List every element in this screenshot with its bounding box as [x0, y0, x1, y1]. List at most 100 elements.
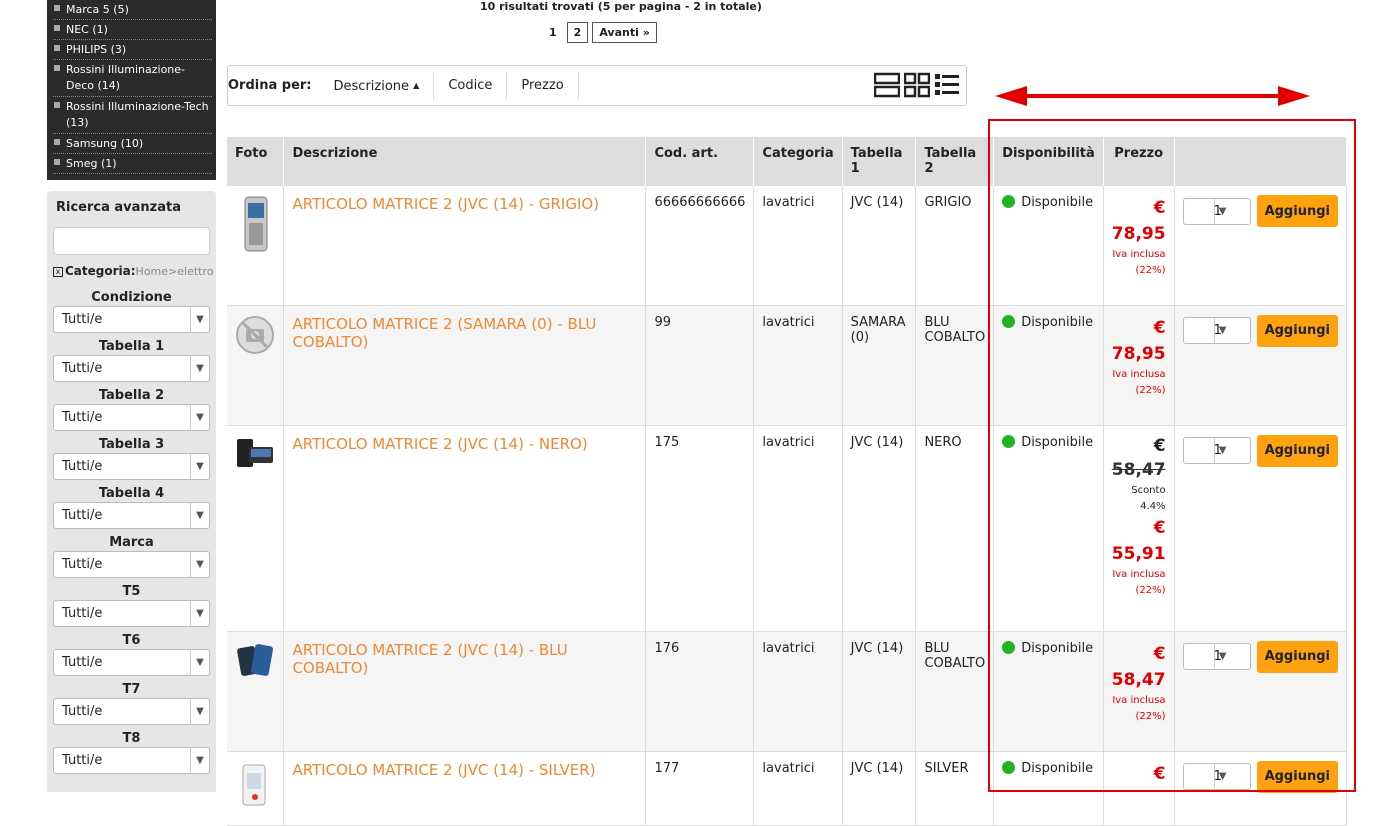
next-page-button[interactable]: Avanti »	[592, 22, 657, 43]
product-photo[interactable]	[227, 305, 285, 426]
product-link[interactable]: ARTICOLO MATRICE 2 (JVC (14) - SILVER)	[292, 761, 595, 779]
filter-select-t6[interactable]: Tutti/e ▼	[53, 649, 210, 676]
chevron-down-icon: ▼	[1213, 764, 1231, 789]
phone-silver-image	[244, 196, 268, 252]
price-cell: €	[1103, 751, 1175, 826]
sort-prezzo[interactable]: Prezzo	[507, 71, 579, 100]
sort-descrizione[interactable]: Descrizione ▲	[320, 71, 435, 100]
price: 58,47	[1111, 669, 1166, 690]
filter-select-tabella1[interactable]: Tutti/e ▼	[53, 355, 210, 382]
quantity-select[interactable]: 1 ▼	[1182, 437, 1251, 464]
old-price: 58,47	[1111, 459, 1166, 480]
product-tabella2: BLU COBALTO	[915, 631, 995, 752]
chevron-down-icon: ▼	[190, 650, 209, 675]
table-row: ARTICOLO MATRICE 2 (JVC (14) - SILVER) 1…	[227, 751, 1348, 826]
price: 78,95	[1111, 343, 1166, 364]
quantity-select[interactable]: 1 ▼	[1182, 763, 1251, 790]
select-value: Tutti/e	[62, 508, 103, 523]
sort-codice[interactable]: Codice	[434, 71, 508, 100]
category-filter: xCategoria:Home>elettrodomestici	[53, 264, 213, 278]
select-value: Tutti/e	[62, 459, 103, 474]
add-to-cart-button[interactable]: Aggiungi	[1256, 434, 1338, 467]
product-code: 99	[645, 305, 755, 426]
availability-label: Disponibile	[1021, 314, 1094, 330]
add-to-cart-button[interactable]: Aggiungi	[1256, 314, 1338, 347]
vat-note: Iva inclusa (22%)	[1112, 368, 1166, 396]
category-label: Categoria:	[65, 264, 136, 278]
vat-note: Iva inclusa (22%)	[1112, 568, 1166, 596]
remove-category-icon[interactable]: x	[53, 267, 63, 277]
product-tabella1: SAMARA (0)	[842, 305, 917, 426]
quantity-select[interactable]: 1 ▼	[1182, 643, 1251, 670]
filter-select-t5[interactable]: Tutti/e ▼	[53, 600, 210, 627]
table-header: Foto Descrizione Cod. art. Categoria Tab…	[227, 137, 1348, 186]
price: 55,91	[1111, 543, 1166, 564]
page-1[interactable]: 1	[543, 23, 563, 42]
price-cell: € 58,47 Sconto 4.4% € 55,91 Iva inclusa …	[1103, 425, 1175, 632]
category-path[interactable]: Home>elettrodomestici	[136, 265, 213, 278]
chevron-down-icon: ▼	[1213, 318, 1231, 343]
select-value: Tutti/e	[62, 410, 103, 425]
add-to-cart-button[interactable]: Aggiungi	[1256, 640, 1338, 673]
brand-item[interactable]: Rossini Illuminazione-Deco (14)	[53, 60, 212, 97]
product-code: 177	[645, 751, 755, 826]
availability: Disponibile	[993, 186, 1104, 306]
available-dot-icon	[1002, 760, 1016, 774]
chevron-down-icon: ▼	[190, 356, 209, 381]
brand-item[interactable]: NEC (1)	[53, 20, 212, 40]
product-tabella1: JVC (14)	[842, 425, 917, 632]
product-link[interactable]: ARTICOLO MATRICE 2 (JVC (14) - NERO)	[292, 435, 587, 453]
product-photo[interactable]	[227, 186, 285, 306]
product-link[interactable]: ARTICOLO MATRICE 2 (JVC (14) - BLU COBAL…	[292, 641, 567, 677]
col-prezzo: Prezzo	[1103, 137, 1175, 186]
brand-item[interactable]: Rossini Illuminazione-Tech (13)	[53, 97, 212, 134]
filter-label-t6: T6	[122, 633, 141, 648]
product-tabella1: JVC (14)	[842, 631, 917, 752]
chevron-down-icon: ▼	[190, 503, 209, 528]
product-tabella1: JVC (14)	[842, 186, 917, 306]
filter-select-condizione[interactable]: Tutti/e ▼	[53, 306, 210, 333]
advanced-search-input[interactable]	[53, 227, 210, 255]
availability-label: Disponibile	[1021, 434, 1094, 450]
product-tabella2: SILVER	[915, 751, 995, 826]
product-link[interactable]: ARTICOLO MATRICE 2 (JVC (14) - GRIGIO)	[292, 195, 599, 213]
availability: Disponibile	[993, 425, 1104, 632]
sort-asc-icon: ▲	[413, 80, 420, 90]
sort-label: Ordina per:	[228, 78, 312, 93]
filter-label-t8: T8	[122, 731, 141, 746]
add-to-cart-button[interactable]: Aggiungi	[1256, 760, 1338, 793]
page-2[interactable]: 2	[566, 22, 589, 43]
availability: Disponibile	[993, 631, 1104, 752]
list-icon[interactable]	[934, 72, 960, 98]
col-tabella2: Tabella 2	[915, 137, 995, 186]
product-photo[interactable]	[227, 751, 285, 826]
brand-item[interactable]: Marca 5 (5)	[53, 0, 212, 20]
filter-select-marca[interactable]: Tutti/e ▼	[53, 551, 210, 578]
col-foto: Foto	[227, 137, 285, 186]
availability-label: Disponibile	[1021, 195, 1094, 210]
currency: €	[1153, 763, 1166, 784]
available-dot-icon	[1002, 640, 1016, 654]
sort-bar: Ordina per: Descrizione ▲ Codice Prezzo	[227, 65, 967, 106]
filter-select-t7[interactable]: Tutti/e ▼	[53, 698, 210, 725]
quantity-select[interactable]: 1 ▼	[1182, 197, 1251, 225]
brand-item[interactable]: Smeg (1)	[53, 154, 212, 174]
filter-select-t8[interactable]: Tutti/e ▼	[53, 747, 210, 774]
filter-select-tabella2[interactable]: Tutti/e ▼	[53, 404, 210, 431]
chevron-down-icon: ▼	[190, 307, 209, 332]
filter-select-tabella3[interactable]: Tutti/e ▼	[53, 453, 210, 480]
product-photo[interactable]	[227, 425, 285, 632]
large-grid-icon[interactable]	[874, 72, 900, 98]
quantity-select[interactable]: 1 ▼	[1182, 317, 1251, 344]
grid-icon[interactable]	[904, 72, 930, 98]
filter-label-marca: Marca	[109, 535, 154, 550]
brand-item[interactable]: Samsung (10)	[53, 134, 212, 154]
price-cell: € 58,47 Iva inclusa (22%)	[1103, 631, 1175, 752]
currency: €	[1153, 198, 1166, 218]
product-link[interactable]: ARTICOLO MATRICE 2 (SAMARA (0) - BLU COB…	[292, 315, 596, 351]
product-photo[interactable]	[227, 631, 285, 752]
add-to-cart-button[interactable]: Aggiungi	[1256, 195, 1338, 227]
chevron-down-icon: ▼	[190, 552, 209, 577]
filter-select-tabella4[interactable]: Tutti/e ▼	[53, 502, 210, 529]
brand-item[interactable]: PHILIPS (3)	[53, 40, 212, 60]
